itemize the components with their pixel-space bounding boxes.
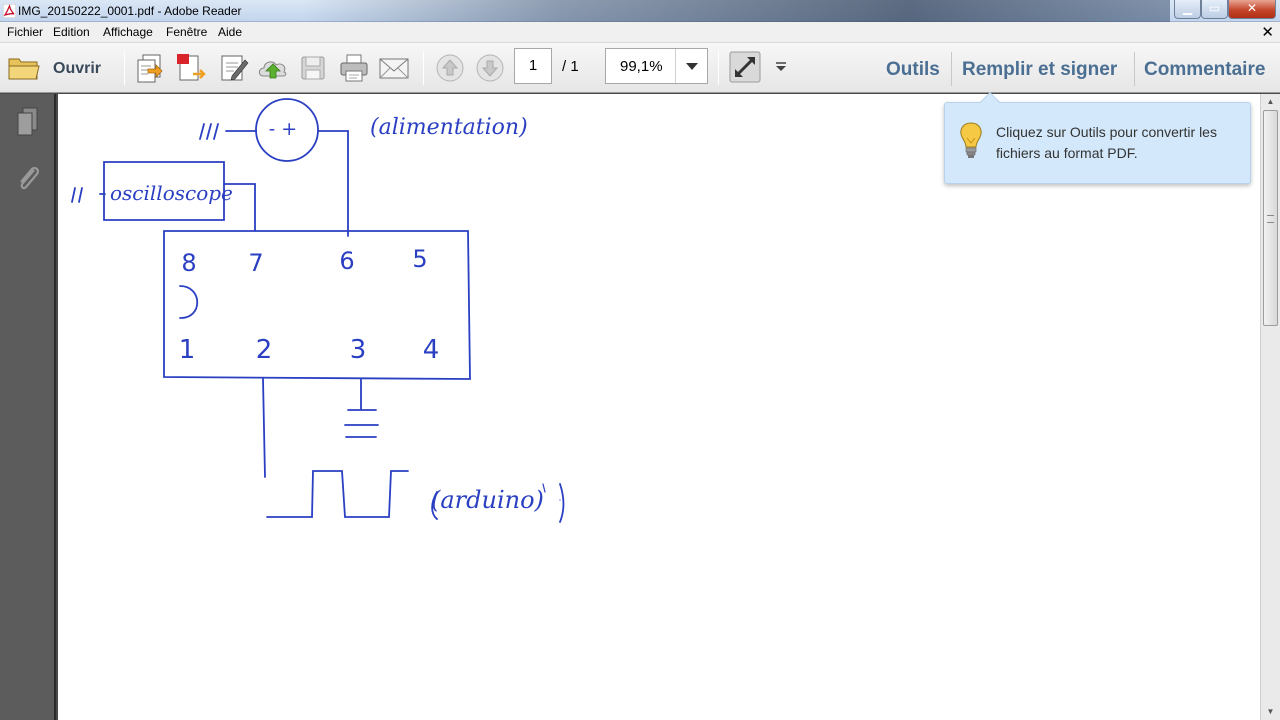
minimize-button[interactable]: ▁ <box>1174 0 1201 19</box>
close-document-icon[interactable]: ✕ <box>1261 23 1274 41</box>
toolbar-divider <box>124 51 125 85</box>
toolbar-divider <box>1134 52 1135 86</box>
zoom-value: 99,1% <box>620 58 663 75</box>
menu-aide[interactable]: Aide <box>218 25 242 39</box>
toolbar-options-icon[interactable] <box>772 58 790 76</box>
close-icon: ✕ <box>1246 1 1258 15</box>
alimentation-label: (alimentation) <box>370 115 528 140</box>
open-label: Ouvrir <box>53 60 102 77</box>
upload-cloud-icon[interactable] <box>257 52 289 84</box>
toolbar-divider <box>423 51 424 85</box>
zoom-select[interactable]: 99,1% <box>605 48 708 84</box>
close-window-button[interactable]: ✕ <box>1228 0 1276 19</box>
window-title: IMG_20150222_0001.pdf - Adobe Reader <box>18 4 242 18</box>
comment-link[interactable]: Commentaire <box>1144 59 1265 81</box>
scroll-down-arrow-icon[interactable]: ▼ <box>1261 704 1280 720</box>
open-button[interactable]: Ouvrir <box>6 51 110 85</box>
title-bar: IMG_20150222_0001.pdf - Adobe Reader ▁ ▭… <box>0 0 1280 22</box>
tools-link[interactable]: Outils <box>886 59 940 81</box>
pin-6: 6 <box>339 247 354 275</box>
pin-2: 2 <box>256 335 273 365</box>
pin-7: 7 <box>248 249 263 277</box>
lightbulb-icon <box>960 122 982 158</box>
handwritten-circuit-sketch: - + (alimentation) oscilloscope (arduino… <box>71 98 565 523</box>
menu-bar: Fichier Edition Affichage Fenêtre Aide ✕ <box>0 22 1280 43</box>
minimize-icon: ▁ <box>1182 1 1193 15</box>
vertical-scrollbar[interactable]: ▲ ▼ <box>1260 94 1280 720</box>
scrollbar-thumb[interactable] <box>1263 110 1278 326</box>
adobe-reader-icon <box>3 4 16 18</box>
save-icon[interactable] <box>297 52 329 84</box>
pin-8: 8 <box>181 249 196 277</box>
background-taskbar-tabs <box>300 0 1170 22</box>
create-pdf-icon[interactable] <box>134 52 166 84</box>
tooltip-text: Cliquez sur Outils pour convertir les fi… <box>996 124 1217 161</box>
fill-sign-link[interactable]: Remplir et signer <box>962 59 1117 81</box>
pin-3: 3 <box>350 335 367 365</box>
pin-5: 5 <box>412 245 427 273</box>
scrollbar-grip-icon <box>1267 215 1274 223</box>
oscilloscope-label: oscilloscope <box>110 181 233 205</box>
edit-pdf-icon[interactable] <box>218 52 250 84</box>
next-page-icon[interactable] <box>474 52 506 84</box>
zoom-dropdown-button[interactable] <box>675 49 707 83</box>
attachments-paperclip-icon[interactable] <box>14 162 42 194</box>
chevron-down-icon <box>686 63 698 70</box>
previous-page-icon[interactable] <box>434 52 466 84</box>
menu-fenetre[interactable]: Fenêtre <box>166 25 207 39</box>
maximize-button[interactable]: ▭ <box>1201 0 1228 19</box>
page-number-input[interactable]: 1 <box>514 48 552 84</box>
tools-tooltip: Cliquez sur Outils pour convertir les fi… <box>944 92 1251 184</box>
fullscreen-icon[interactable] <box>729 51 761 83</box>
folder-icon <box>8 58 40 80</box>
toolbar-divider <box>718 51 719 85</box>
page-total-label: / 1 <box>562 58 579 75</box>
scroll-up-arrow-icon[interactable]: ▲ <box>1261 94 1280 110</box>
menu-affichage[interactable]: Affichage <box>103 25 153 39</box>
arduino-label: (arduino) <box>431 486 544 514</box>
document-page: - + (alimentation) oscilloscope (arduino… <box>58 94 1260 720</box>
menu-edition[interactable]: Edition <box>53 25 90 39</box>
polarity-label: - + <box>269 118 297 140</box>
email-icon[interactable] <box>378 52 410 84</box>
pin-4: 4 <box>423 335 440 365</box>
menu-fichier[interactable]: Fichier <box>7 25 43 39</box>
maximize-icon: ▭ <box>1208 1 1221 15</box>
export-pdf-icon[interactable] <box>174 52 206 84</box>
print-icon[interactable] <box>338 52 370 84</box>
toolbar-divider <box>951 52 952 86</box>
navigation-pane <box>0 94 56 720</box>
pin-1: 1 <box>179 335 196 365</box>
page-thumbnails-icon[interactable] <box>14 106 42 138</box>
